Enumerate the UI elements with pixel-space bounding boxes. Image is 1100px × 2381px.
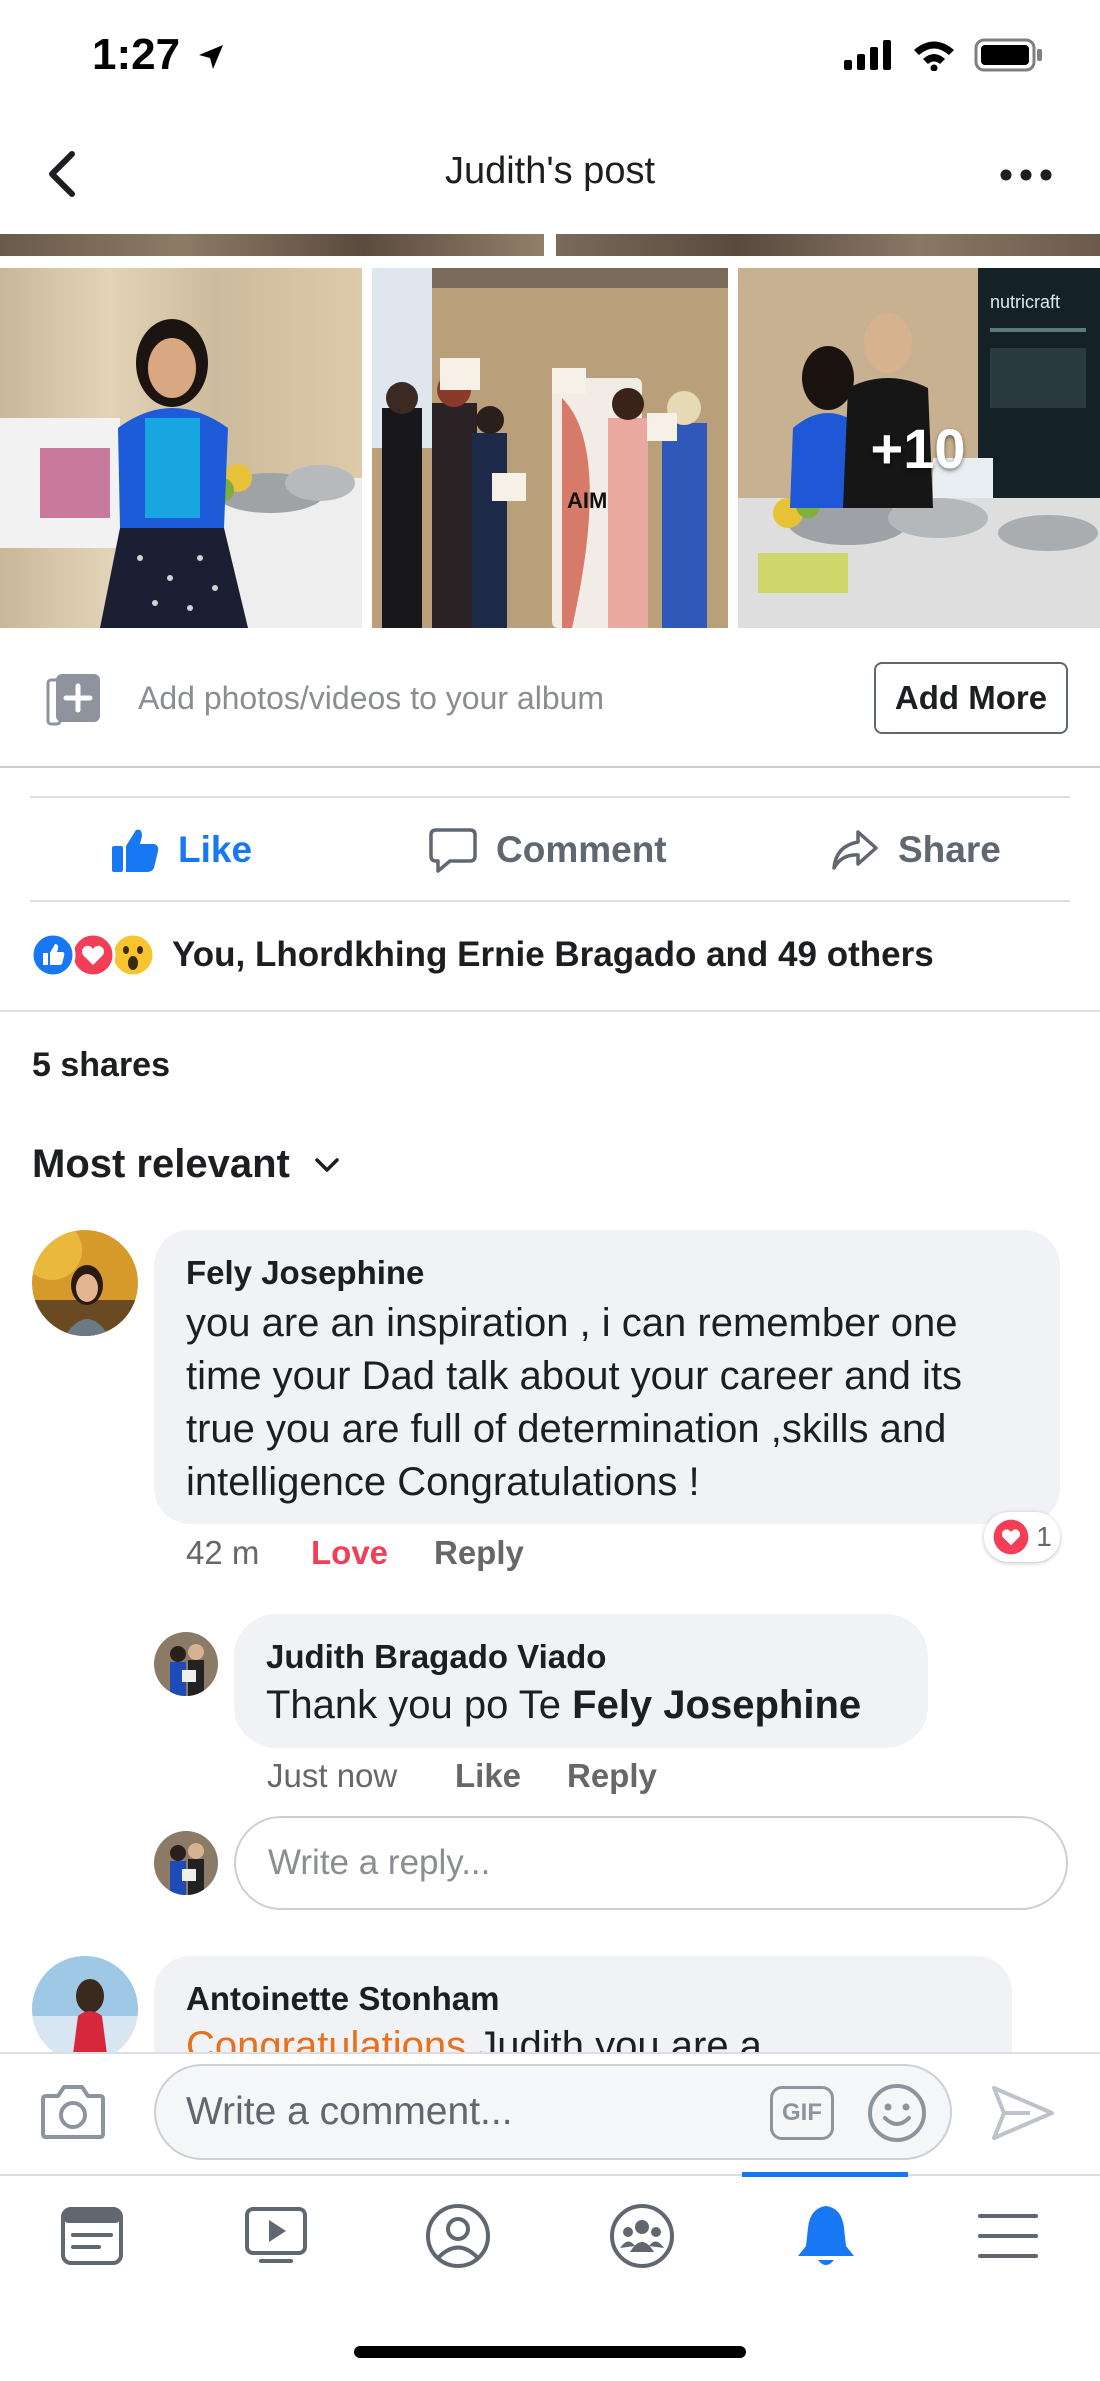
location-arrow-icon [199, 45, 224, 70]
news-feed-icon [61, 2207, 123, 2265]
comment-author[interactable]: Antoinette Stonham [186, 1980, 499, 2018]
battery-icon [974, 38, 1042, 72]
photo-strip-right[interactable] [556, 234, 1100, 256]
reaction-like-icon [30, 932, 76, 978]
add-to-album-text[interactable]: Add photos/videos to your album [138, 680, 604, 717]
tab-news-feed[interactable] [52, 2196, 132, 2276]
more-options-icon[interactable] [996, 160, 1056, 190]
share-label: Share [898, 829, 1001, 870]
commenter-avatar[interactable] [32, 1230, 138, 1336]
photo-1-image [0, 268, 362, 628]
album-photo-2[interactable]: AIMM [372, 268, 728, 628]
gif-button[interactable]: GIF [770, 2086, 834, 2140]
album-photo-1[interactable] [0, 268, 362, 628]
comment-line: true you are full of determination ,skil… [186, 1407, 947, 1451]
reply-input-placeholder: Write a reply... [268, 1843, 491, 1882]
comment-line: time your Dad talk about your career and… [186, 1354, 962, 1398]
status-time: 1:27 [92, 30, 226, 80]
comment-text: you are an inspiration , i can remember … [186, 1297, 1046, 1509]
comment-love-label: Love [311, 1534, 389, 1571]
photo-2-image: AIMM [372, 268, 728, 628]
share-button[interactable]: Share [830, 820, 1001, 880]
reply-mention[interactable]: Fely Josephine [572, 1683, 861, 1727]
like-label: Like [178, 829, 253, 870]
more-photos-count[interactable]: +10 [736, 268, 1100, 628]
home-indicator[interactable] [354, 2346, 746, 2358]
comment-label: Comment [496, 829, 667, 870]
reactions-summary[interactable]: You, Lhordkhing Ernie Bragado and 49 oth… [30, 932, 934, 978]
share-arrow-icon [832, 830, 878, 870]
add-more-button[interactable]: Add More [874, 662, 1068, 734]
reply-author[interactable]: Judith Bragado Viado [266, 1638, 606, 1676]
profile-icon [426, 2204, 490, 2268]
reaction-wow-icon [110, 932, 156, 978]
tab-menu[interactable] [968, 2196, 1048, 2276]
comment-love-link[interactable]: Love [311, 1534, 388, 1572]
reactions-summary-text: You, Lhordkhing Ernie Bragado and 49 oth… [172, 935, 934, 974]
comment-reaction-badge[interactable]: 1 [984, 1512, 1060, 1562]
reply-reply-label: Reply [567, 1757, 657, 1794]
comment-input-placeholder: Write a comment... [186, 2090, 513, 2133]
reply-author-avatar[interactable] [154, 1632, 218, 1696]
comment-bubble-icon [429, 828, 477, 873]
tab-watch[interactable] [236, 2196, 316, 2276]
chevron-down-icon [315, 1157, 339, 1172]
reply-like-label: Like [455, 1757, 522, 1794]
reaction-love-icon [70, 932, 116, 978]
comment-reply-label: Reply [434, 1534, 524, 1571]
reply-time: Just now [267, 1757, 398, 1794]
current-user-avatar [154, 1831, 218, 1895]
active-tab-indicator [742, 2172, 908, 2177]
commenter-avatar[interactable] [32, 1956, 138, 2062]
tab-groups[interactable] [602, 2196, 682, 2276]
like-button[interactable]: Like [110, 820, 252, 880]
reply-reply-link[interactable]: Reply [567, 1757, 657, 1795]
send-icon[interactable] [990, 2084, 1056, 2142]
status-time-text: 1:27 [92, 30, 181, 79]
comment-line: intelligence Congratulations ! [186, 1460, 700, 1504]
reaction-count: 1 [1036, 1521, 1052, 1552]
reply-text-prefix: Thank you po Te [266, 1683, 573, 1727]
watch-icon [245, 2207, 307, 2263]
reply-input[interactable]: Write a reply... [234, 1816, 1068, 1910]
comment-author[interactable]: Fely Josephine [186, 1254, 424, 1292]
shares-count[interactable]: 5 shares [32, 1046, 170, 1085]
status-icons [844, 38, 1044, 72]
reply-like-link[interactable]: Like [455, 1757, 521, 1795]
wifi-icon [914, 41, 954, 71]
sort-comments-dropdown[interactable]: Most relevant [32, 1142, 340, 1187]
love-reaction-icon [993, 1519, 1029, 1555]
comment-time: 42 m [186, 1534, 260, 1571]
emoji-icon[interactable] [866, 2082, 928, 2144]
comment-reply-link[interactable]: Reply [434, 1534, 524, 1572]
thumbs-up-icon [112, 829, 159, 872]
photo-strip-left[interactable] [0, 234, 544, 256]
comment-button[interactable]: Comment [428, 820, 667, 880]
cellular-signal-icon [844, 40, 891, 70]
comment-line: you are an inspiration , i can remember … [186, 1301, 958, 1345]
reply-text: Thank you po Te Fely Josephine [266, 1679, 861, 1732]
add-photo-icon[interactable] [44, 670, 104, 728]
menu-icon [978, 2214, 1038, 2258]
notifications-icon [798, 2206, 854, 2265]
tab-notifications[interactable] [786, 2196, 866, 2276]
tab-profile[interactable] [418, 2196, 498, 2276]
sort-label: Most relevant [32, 1142, 290, 1186]
camera-icon[interactable] [40, 2082, 106, 2140]
groups-icon [610, 2204, 674, 2268]
divider [0, 1010, 1100, 1012]
page-title: Judith's post [444, 150, 656, 192]
